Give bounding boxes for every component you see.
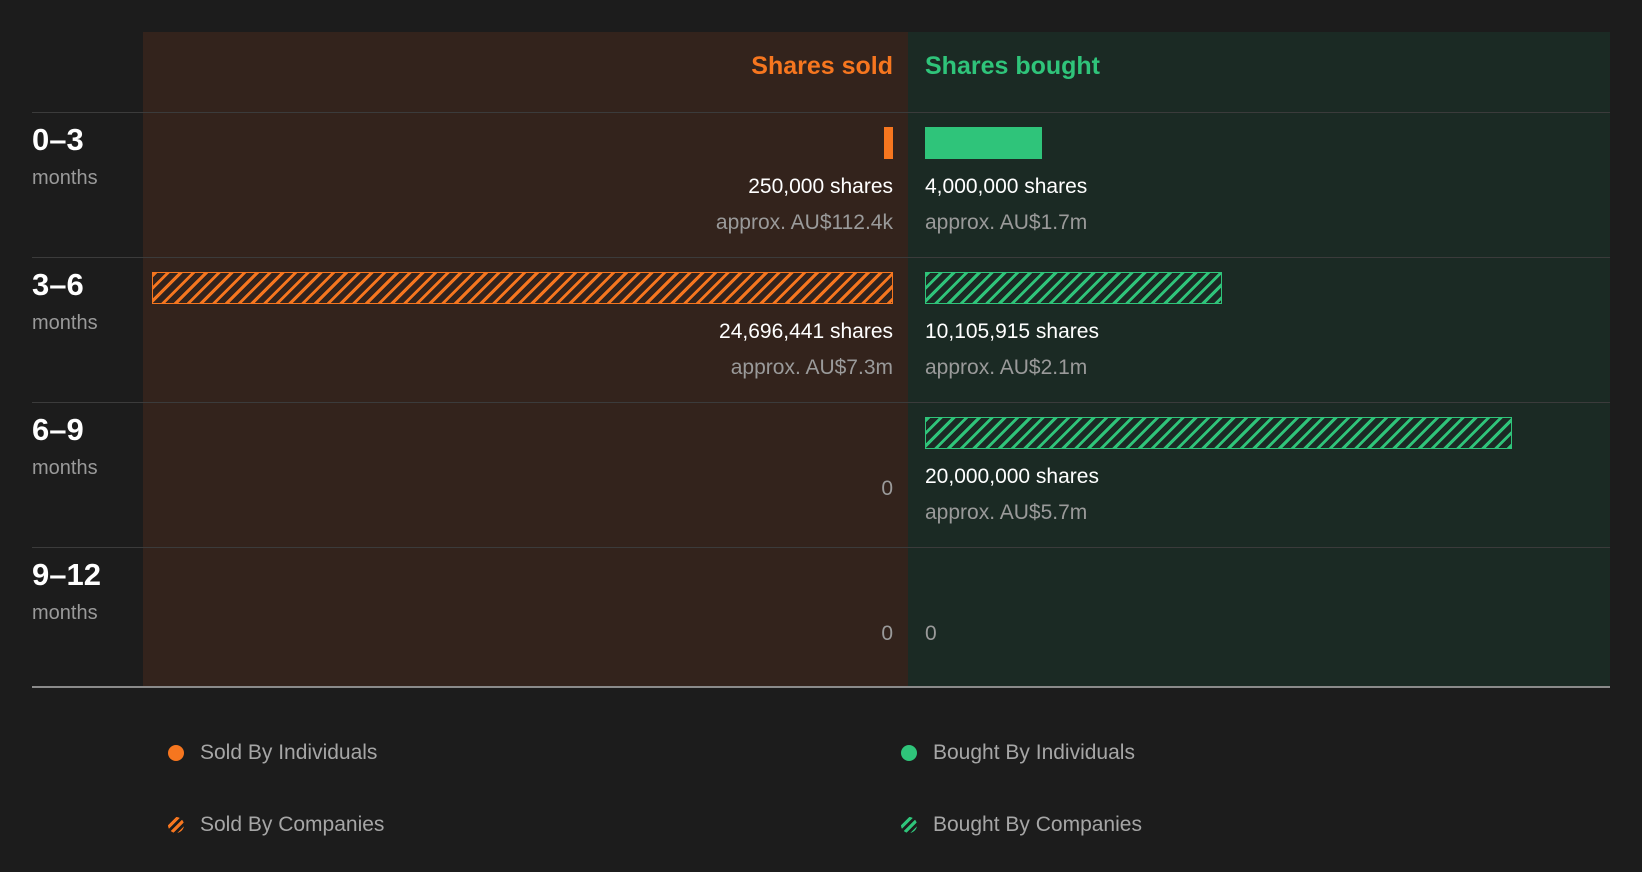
legend-label: Bought By Individuals: [933, 741, 1135, 764]
bought-bar: [925, 127, 1042, 159]
period-row: 0–3 months 250,000 shares approx. AU$112.4k…: [0, 113, 1642, 257]
legend-item: Bought By Companies: [901, 813, 1142, 837]
bought-approx-value: approx. AU$1.7m: [925, 211, 1088, 234]
legend-marker-icon: [901, 745, 917, 761]
sold-bar: [152, 272, 893, 304]
sold-zero-label: 0: [881, 477, 893, 500]
period-label: 0–3 months: [32, 123, 98, 190]
legend-label: Sold By Individuals: [200, 741, 378, 764]
legend-item: Bought By Individuals: [901, 741, 1135, 765]
bought-shares-label: 4,000,000 shares: [925, 175, 1088, 198]
sold-approx-value: approx. AU$112.4k: [715, 211, 893, 234]
period-label: 3–6 months: [32, 268, 98, 335]
chart-baseline: [32, 686, 1610, 688]
legend-label: Sold By Companies: [200, 813, 385, 836]
period-row: 3–6 months 24,696,441 shares approx. AU$7.3…: [0, 258, 1642, 402]
period-range: 9–12: [32, 557, 101, 592]
bought-shares-label: 20,000,000 shares: [925, 465, 1099, 488]
period-unit: months: [32, 312, 98, 334]
period-unit: months: [32, 167, 98, 189]
period-unit: months: [32, 602, 98, 624]
period-label: 6–9 months: [32, 413, 98, 480]
legend-marker-icon: [901, 817, 917, 833]
shares-bought-header: Shares bought: [925, 52, 1101, 80]
sold-approx-value: approx. AU$7.3m: [730, 356, 893, 379]
sold-shares-label: 250,000 shares: [748, 175, 893, 198]
bought-bar: [925, 272, 1222, 304]
period-range: 0–3: [32, 122, 84, 157]
period-row: 9–12 months 0 0: [0, 548, 1642, 692]
period-unit: months: [32, 457, 98, 479]
bought-shares-label: 10,105,915 shares: [925, 320, 1099, 343]
period-range: 6–9: [32, 412, 84, 447]
period-label: 9–12 months: [32, 558, 101, 625]
bought-approx-value: approx. AU$2.1m: [925, 356, 1088, 379]
bought-zero-label: 0: [925, 622, 937, 645]
shares-sold-header: Shares sold: [751, 52, 893, 80]
legend-marker-icon: [168, 745, 184, 761]
period-range: 3–6: [32, 267, 84, 302]
legend-label: Bought By Companies: [933, 813, 1142, 836]
bought-approx-value: approx. AU$5.7m: [925, 501, 1088, 524]
sold-shares-label: 24,696,441 shares: [719, 320, 893, 343]
sold-zero-label: 0: [881, 622, 893, 645]
legend-item: Sold By Companies: [168, 813, 384, 837]
insider-trading-chart: Shares sold Shares bought 0–3 months 250,0…: [0, 0, 1642, 872]
legend-marker-icon: [168, 817, 184, 833]
bought-bar: [925, 417, 1512, 449]
period-row: 6–9 months 0 20,000,000 shares approx. AU$5.…: [0, 403, 1642, 547]
sold-bar: [884, 127, 893, 159]
legend-item: Sold By Individuals: [168, 741, 377, 765]
